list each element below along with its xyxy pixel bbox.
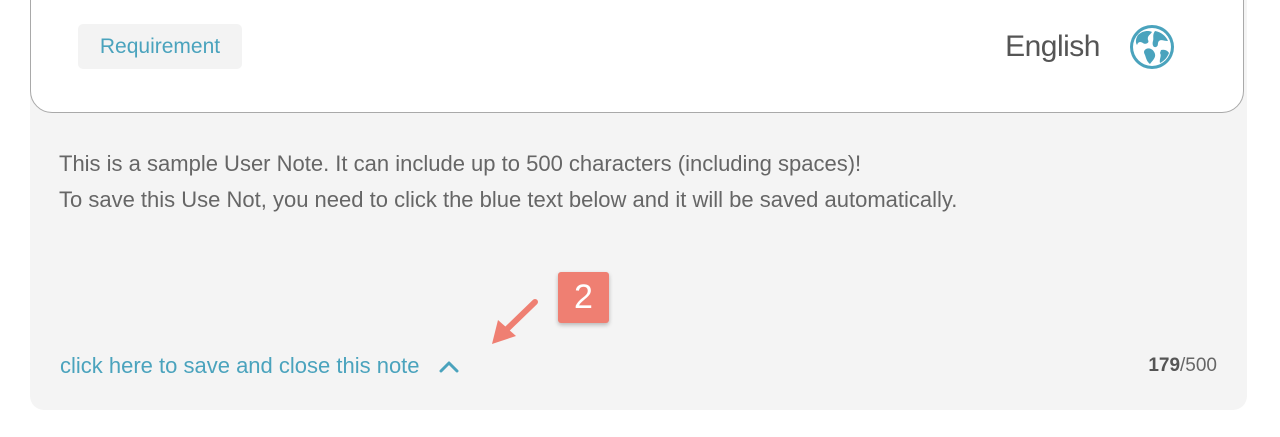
save-and-close-link[interactable]: click here to save and close this note bbox=[60, 349, 460, 383]
character-counter: 179/500 bbox=[1148, 352, 1217, 380]
pointer-arrow-icon bbox=[492, 299, 538, 344]
requirement-card: Requirement English bbox=[30, 0, 1244, 113]
character-count: 179 bbox=[1148, 355, 1181, 376]
note-body[interactable]: This is a sample User Note. It can inclu… bbox=[59, 146, 957, 218]
note-line: To save this Use Not, you need to click … bbox=[59, 187, 958, 212]
globe-icon[interactable] bbox=[1128, 23, 1176, 71]
step-badge: 2 bbox=[558, 272, 609, 323]
requirement-tag[interactable]: Requirement bbox=[78, 24, 242, 69]
chevron-up-icon[interactable] bbox=[438, 359, 460, 373]
note-line: This is a sample User Note. It can inclu… bbox=[59, 151, 862, 176]
save-link-label[interactable]: click here to save and close this note bbox=[60, 353, 420, 379]
character-limit: /500 bbox=[1180, 355, 1217, 376]
language-label[interactable]: English bbox=[1005, 25, 1100, 69]
